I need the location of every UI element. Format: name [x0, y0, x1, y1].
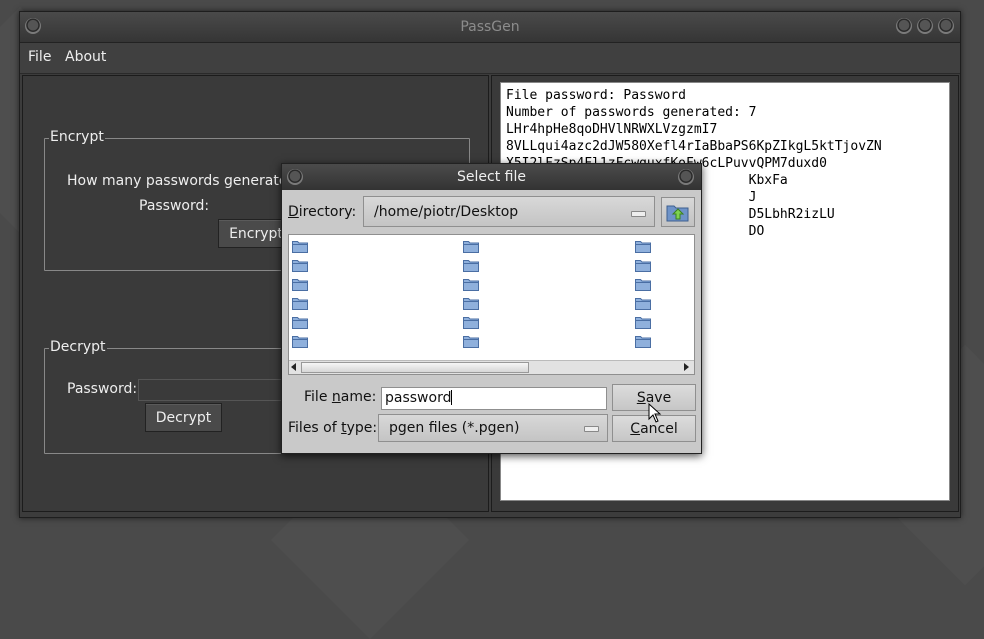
decrypt-password-label: Password:: [67, 381, 138, 397]
select-file-dialog: Select file Directory: /home/piotr/Deskt…: [281, 163, 702, 454]
parent-directory-button[interactable]: [661, 197, 695, 227]
file-type-label: Files of type:: [288, 420, 378, 436]
output-line: LHr4hpHe8qoDHVlNRWXLVzgzmI7: [506, 122, 718, 137]
encrypt-group-title: Encrypt: [49, 129, 105, 145]
folder-icon[interactable]: [463, 297, 479, 310]
scroll-left-icon[interactable]: [291, 363, 296, 371]
menu-file[interactable]: File: [28, 49, 51, 65]
maximize-icon[interactable]: [917, 18, 933, 34]
folder-icon[interactable]: [635, 316, 651, 329]
close-icon[interactable]: [938, 18, 954, 34]
menu-about[interactable]: About: [65, 49, 106, 65]
title-bar[interactable]: PassGen: [20, 12, 960, 43]
count-label: How many passwords generate?: [67, 173, 295, 189]
decrypt-password-input[interactable]: [138, 379, 288, 401]
dialog-title-bar[interactable]: Select file: [282, 164, 701, 190]
folder-icon[interactable]: [463, 316, 479, 329]
directory-combo[interactable]: /home/piotr/Desktop: [363, 196, 655, 227]
file-list-scrollbar[interactable]: [289, 360, 694, 374]
folder-icon[interactable]: [292, 316, 308, 329]
scrollbar-thumb[interactable]: [301, 362, 529, 373]
folder-icon[interactable]: [635, 259, 651, 272]
output-line: 8VLLqui4azc2dJW580Xefl4rIaBbaPS6KpZIkgL5…: [506, 139, 882, 154]
folder-icon[interactable]: [292, 278, 308, 291]
file-name-value: password: [385, 390, 452, 406]
directory-label: Directory:: [288, 204, 357, 220]
file-name-label: File name:: [304, 389, 377, 405]
dialog-close-icon[interactable]: [678, 169, 694, 185]
text-caret: [451, 390, 453, 405]
file-type-value: pgen files (*.pgen): [389, 420, 520, 436]
folder-icon[interactable]: [292, 335, 308, 348]
window-title: PassGen: [460, 19, 520, 35]
folder-icon[interactable]: [292, 240, 308, 253]
file-list[interactable]: [288, 234, 695, 375]
folder-up-icon: [666, 205, 689, 222]
directory-value: /home/piotr/Desktop: [374, 204, 519, 220]
decrypt-group-title: Decrypt: [49, 339, 107, 355]
dialog-title: Select file: [457, 169, 526, 185]
output-line: File password: Password: [506, 88, 687, 103]
chevron-down-icon: [584, 426, 599, 432]
minimize-icon[interactable]: [896, 18, 912, 34]
scroll-right-icon[interactable]: [684, 363, 689, 371]
folder-icon[interactable]: [635, 240, 651, 253]
folder-icon[interactable]: [292, 259, 308, 272]
encrypt-password-label: Password:: [139, 198, 210, 214]
decrypt-button[interactable]: Decrypt: [145, 403, 222, 432]
dialog-menu-icon[interactable]: [287, 169, 303, 185]
folder-icon[interactable]: [635, 278, 651, 291]
folder-icon[interactable]: [463, 278, 479, 291]
folder-icon[interactable]: [635, 335, 651, 348]
file-type-combo[interactable]: pgen files (*.pgen): [378, 414, 608, 442]
menu-bar: File About: [20, 43, 960, 74]
mouse-cursor-icon: [648, 403, 662, 423]
folder-icon[interactable]: [463, 335, 479, 348]
folder-icon[interactable]: [463, 240, 479, 253]
folder-icon[interactable]: [463, 259, 479, 272]
output-line: Number of passwords generated: 7: [506, 105, 757, 120]
folder-icon[interactable]: [292, 297, 308, 310]
folder-icon[interactable]: [635, 297, 651, 310]
chevron-down-icon: [631, 211, 646, 217]
file-name-input[interactable]: password: [381, 387, 607, 410]
